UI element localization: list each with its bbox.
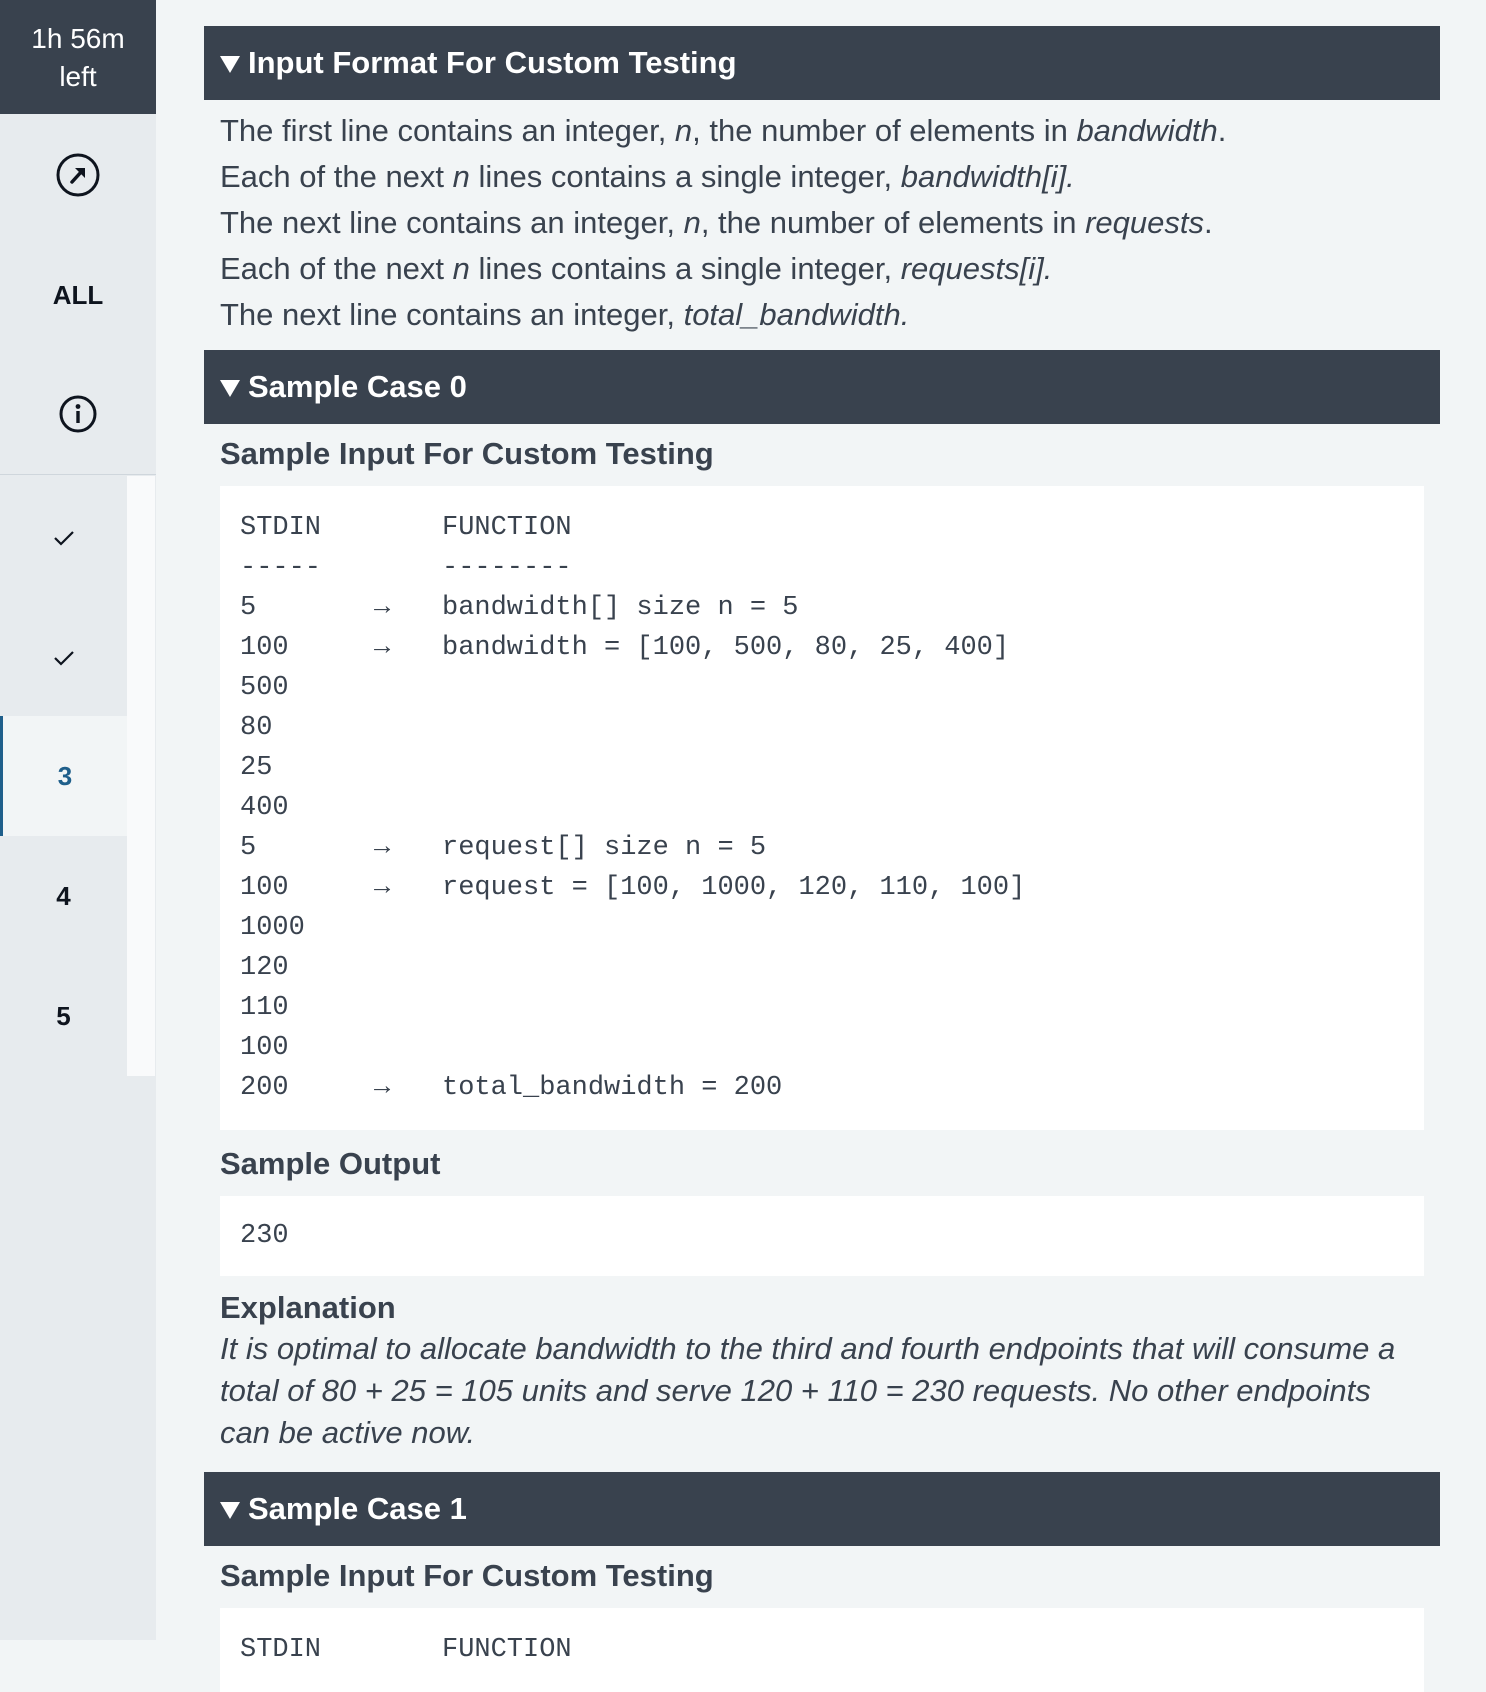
sample-input-code: STDIN FUNCTION ----- -------- 5 → bandwidth[] …	[220, 486, 1424, 1130]
stdin-cell: 25	[240, 753, 273, 783]
check-icon	[53, 651, 74, 666]
sample-case-0-header[interactable]: Sample Case 0	[204, 350, 1440, 424]
input-format-line: Each of the next n lines contains a sing…	[220, 159, 1075, 194]
function-cell: request[] size n = 5	[442, 833, 767, 863]
timer-suffix: left	[59, 61, 97, 92]
code-row: STDIN FUNCTION	[240, 1630, 1404, 1670]
stdin-cell: 5	[240, 833, 257, 863]
stdin-cell: 400	[240, 793, 289, 823]
stdin-cell: 100	[240, 633, 289, 663]
problem-content: Input Format For Custom Testing The firs…	[204, 26, 1440, 1692]
code-row: 500	[240, 668, 1404, 708]
function-cell: total_bandwidth = 200	[442, 1073, 783, 1103]
question-number: 4	[56, 880, 71, 911]
function-cell: bandwidth[] size n = 5	[442, 593, 799, 623]
function-cell: bandwidth = [100, 500, 80, 25, 400]	[442, 633, 1010, 663]
input-format-line: The next line contains an integer, n, th…	[220, 205, 1213, 240]
code-row: 80	[240, 708, 1404, 748]
sample-input-heading: Sample Input For Custom Testing	[220, 436, 714, 471]
input-format-line: The first line contains an integer, n, t…	[220, 113, 1227, 148]
arrow-circle-icon	[56, 153, 100, 197]
arrow-icon: →	[374, 833, 391, 863]
code-row: 1000	[240, 908, 1404, 948]
stdin-cell: -----	[240, 553, 322, 583]
stdin-cell: 5	[240, 593, 257, 623]
question-3-button[interactable]: 3	[0, 716, 127, 836]
sidebar: 1h 56m left ALL 3 4 5	[0, 0, 156, 1640]
arrow-icon: →	[374, 1073, 391, 1103]
code-row: 200 → total_bandwidth = 200	[240, 1068, 1404, 1108]
code-row: 25	[240, 748, 1404, 788]
explanation-text: It is optimal to allocate bandwidth to t…	[220, 1331, 1396, 1450]
open-problem-button[interactable]	[0, 114, 156, 236]
input-format-line: The next line contains an integer, total…	[220, 297, 910, 332]
question-number: 5	[56, 1000, 71, 1031]
input-format-line: Each of the next n lines contains a sing…	[220, 251, 1053, 286]
code-row: 400	[240, 788, 1404, 828]
question-5-button[interactable]: 5	[0, 956, 127, 1076]
stdin-cell: 100	[240, 1033, 289, 1063]
code-row: 100 → bandwidth = [100, 500, 80, 25, 400]	[240, 628, 1404, 668]
triangle-down-icon	[220, 55, 240, 73]
time-remaining: 1h 56m left	[0, 0, 156, 114]
question-4-button[interactable]: 4	[0, 836, 127, 956]
question-list-scroll-rail	[127, 476, 155, 1076]
code-row: ----- --------	[240, 548, 1404, 588]
section-title: Input Format For Custom Testing	[248, 45, 737, 80]
question-1-button[interactable]	[0, 478, 127, 598]
code-row: STDIN FUNCTION	[240, 508, 1404, 548]
triangle-down-icon	[220, 379, 240, 397]
stdin-cell: 200	[240, 1073, 289, 1103]
input-format-header[interactable]: Input Format For Custom Testing	[204, 26, 1440, 100]
stdin-cell: 120	[240, 953, 289, 983]
function-cell: FUNCTION	[442, 513, 572, 543]
code-row: 110	[240, 988, 1404, 1028]
code-row: 100	[240, 1028, 1404, 1068]
section-title: Sample Case 1	[248, 1491, 467, 1526]
question-number: 3	[57, 760, 73, 791]
sample-output-heading: Sample Output	[220, 1146, 441, 1181]
section-title: Sample Case 0	[248, 369, 467, 404]
stdin-cell: STDIN	[240, 513, 322, 543]
info-icon	[59, 395, 97, 433]
sample-input-heading: Sample Input For Custom Testing	[220, 1558, 714, 1593]
triangle-down-icon	[220, 1501, 240, 1519]
explanation-heading: Explanation	[220, 1290, 396, 1325]
function-cell: request = [100, 1000, 120, 110, 100]	[442, 873, 1026, 903]
all-questions-button[interactable]: ALL	[0, 236, 156, 354]
check-icon	[53, 531, 74, 546]
stdin-cell: 500	[240, 673, 289, 703]
sample-input-code: STDIN FUNCTION	[220, 1608, 1424, 1692]
timer-value: 1h 56m	[31, 23, 125, 54]
stdin-cell: 1000	[240, 913, 305, 943]
code-row: 5 → request[] size n = 5	[240, 828, 1404, 868]
sample-output-code: 230	[220, 1196, 1424, 1276]
code-row: 120	[240, 948, 1404, 988]
question-2-button[interactable]	[0, 598, 127, 718]
info-button[interactable]	[0, 354, 156, 475]
arrow-icon: →	[374, 633, 391, 663]
sample-case-1-header[interactable]: Sample Case 1	[204, 1472, 1440, 1546]
function-cell: --------	[442, 553, 572, 583]
stdin-cell: 110	[240, 993, 289, 1023]
arrow-icon: →	[374, 873, 391, 903]
stdin-cell: 80	[240, 713, 273, 743]
code-row: 100 → request = [100, 1000, 120, 110, 100]	[240, 868, 1404, 908]
code-row: 5 → bandwidth[] size n = 5	[240, 588, 1404, 628]
stdin-cell: 100	[240, 873, 289, 903]
arrow-icon: →	[374, 593, 391, 623]
all-label: ALL	[52, 279, 104, 310]
input-format-text: The first line contains an integer, n, t…	[204, 100, 1440, 350]
